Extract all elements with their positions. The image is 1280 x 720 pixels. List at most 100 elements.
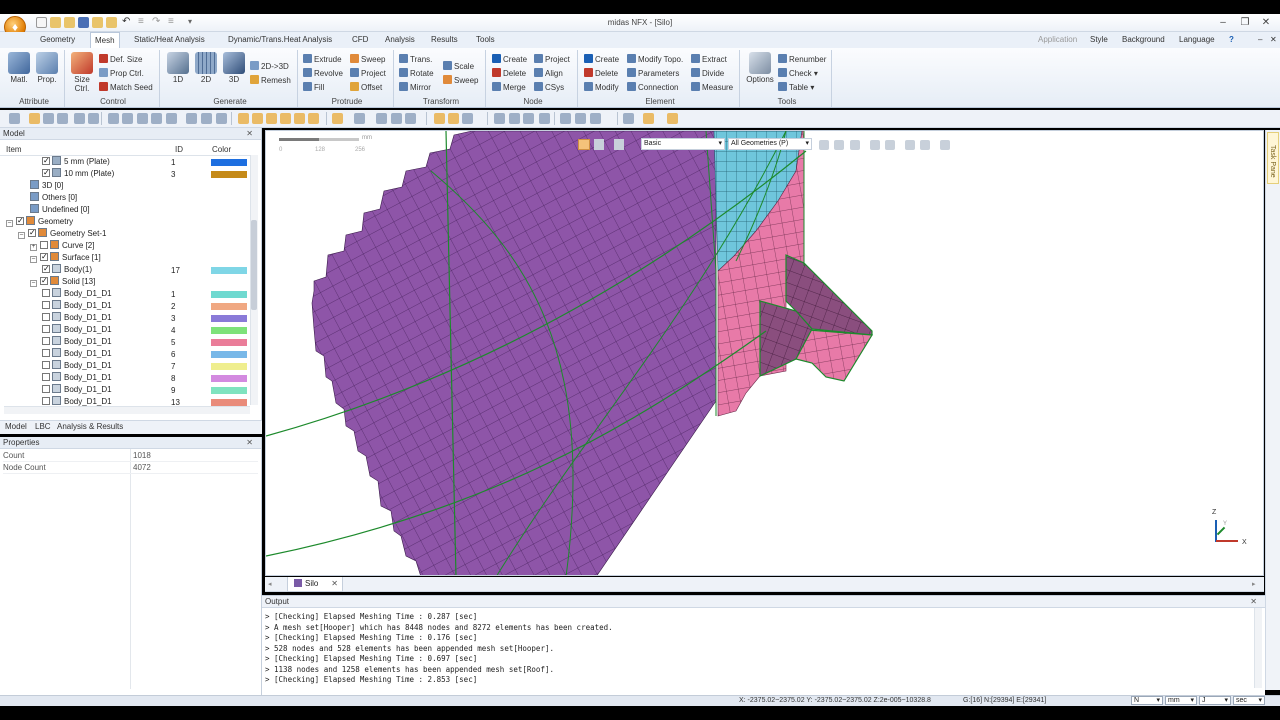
visibility-checkbox[interactable] [42,385,50,393]
rotate-left-icon[interactable] [151,113,162,124]
table-button[interactable]: Table ▾ [778,81,814,94]
snap-icon[interactable] [523,113,534,124]
report-icon[interactable] [643,113,654,124]
view-right-icon[interactable] [308,113,319,124]
show-icon[interactable] [434,113,445,124]
visibility-checkbox[interactable] [16,215,24,227]
visibility-checkbox[interactable] [42,397,50,405]
tree-item[interactable]: Body_D1_D1 [42,300,112,312]
view-reset-icon[interactable] [850,140,860,150]
parameters-button[interactable]: Parameters [627,67,679,80]
rotate-button[interactable]: Rotate [399,67,434,80]
view-iso-icon[interactable] [332,113,343,124]
tab-model[interactable]: Model [5,421,27,433]
tab-geometry[interactable]: Geometry [36,32,79,48]
fill-button[interactable]: Fill [303,81,324,94]
tree-item[interactable]: –Geometry Set-1 [18,227,106,240]
color-swatch[interactable] [211,315,247,322]
tree-item[interactable]: Body(1) [42,263,92,276]
color-swatch[interactable] [211,303,247,310]
visibility-checkbox[interactable] [42,301,50,309]
tab-scroll-right-icon[interactable]: ▸ [1252,580,1256,588]
match-seed-button[interactable]: Match Seed [99,81,153,94]
expand-toggle-icon[interactable]: – [6,220,13,227]
color-swatch[interactable] [211,327,247,334]
element-create-button[interactable]: Create [584,53,619,66]
close-icon[interactable]: ✕ [1259,16,1273,30]
tree-item[interactable]: 3D [0] [30,180,63,192]
modify-topo-button[interactable]: Modify Topo. [627,53,683,66]
tree-item[interactable]: Body_D1_D1 [42,372,112,384]
geometry-filter-select[interactable]: All Geometries (P) ▾ [728,138,812,150]
element-check-icon[interactable] [575,113,586,124]
visibility-checkbox[interactable] [28,227,36,239]
visibility-checkbox[interactable] [40,275,48,287]
pan-icon[interactable] [186,113,197,124]
tree-hscrollbar[interactable] [4,406,250,414]
mesh-2d-button[interactable]: 2D [194,52,218,84]
free-edge-icon[interactable] [590,113,601,124]
color-swatch[interactable] [211,399,247,406]
visibility-checkbox[interactable] [40,251,48,263]
select-mode-icon[interactable] [578,139,590,150]
tree-item[interactable]: 10 mm (Plate) [42,167,114,180]
tree-item[interactable]: Undefined [0] [30,204,90,216]
extrude-button[interactable]: Extrude [303,53,342,66]
divide-button[interactable]: Divide [691,67,724,80]
output-close-icon[interactable]: ✕ [1250,596,1257,608]
help-icon[interactable]: ? [1229,33,1234,47]
tab-close-icon[interactable]: ✕ [331,577,338,591]
tree-item[interactable]: Body_D1_D1 [42,312,112,324]
zoom-fit-icon[interactable] [74,113,85,124]
tab-analysis[interactable]: Analysis [381,32,419,48]
rotate-right-icon[interactable] [166,113,177,124]
color-swatch[interactable] [211,267,247,274]
output-scrollbar[interactable] [1254,608,1262,688]
prop-ctrl-button[interactable]: Prop Ctrl. [99,67,144,80]
visibility-checkbox[interactable] [42,167,50,179]
pin-view-icon[interactable] [940,140,950,150]
unit-energy-select[interactable]: J ▾ [1199,696,1231,705]
filter-icon[interactable] [614,139,624,150]
extract-button[interactable]: Extract [691,53,727,66]
tab-scroll-left-icon[interactable]: ◂ [268,580,272,588]
scale-button[interactable]: Scale [443,60,474,73]
mesh-quality-icon[interactable] [560,113,571,124]
tab-silo[interactable]: Silo ✕ [287,577,343,592]
pin-icon[interactable] [9,113,20,124]
mesh-model-view[interactable] [266,131,1264,576]
tab-dynamic-trans-heat-analysis[interactable]: Dynamic/Trans.Heat Analysis [224,32,336,48]
trans-button[interactable]: Trans. [399,53,432,66]
color-swatch[interactable] [211,291,247,298]
grid-icon[interactable] [201,113,212,124]
tab-tools[interactable]: Tools [472,32,499,48]
tab-analysis-results[interactable]: Analysis & Results [57,421,123,433]
options-button[interactable]: Options [745,52,775,84]
def-size-button[interactable]: Def. Size [99,53,142,66]
snap-node-icon[interactable] [905,140,915,150]
view-bottom-icon[interactable] [280,113,291,124]
node-csys-button[interactable]: CSys [534,81,564,94]
view-top-icon[interactable] [266,113,277,124]
coord-icon[interactable] [623,113,634,124]
color-swatch[interactable] [211,375,247,382]
tree-item[interactable]: Body_D1_D1 [42,324,112,336]
node-create-button[interactable]: Create [492,53,527,66]
highlight-icon[interactable] [29,113,40,124]
hopper-mesh[interactable] [311,131,717,576]
select-icon[interactable] [216,113,227,124]
view-back-icon[interactable] [252,113,263,124]
view-left-icon[interactable] [294,113,305,124]
style-menu[interactable]: Style [1090,33,1108,47]
color-swatch[interactable] [211,339,247,346]
ribbon-minimize-icon[interactable]: – [1258,33,1262,47]
view-front-icon[interactable] [238,113,249,124]
unit-length-select[interactable]: mm ▾ [1165,696,1197,705]
wireframe-icon[interactable] [391,113,402,124]
tree-item[interactable]: –Geometry [6,215,73,228]
background-menu[interactable]: Background [1122,33,1165,47]
tab-mesh[interactable]: Mesh [90,32,120,48]
mesh-3d-button[interactable]: 3D [222,52,246,84]
expand-toggle-icon[interactable]: – [18,232,25,239]
renumber-button[interactable]: Renumber [778,53,826,66]
